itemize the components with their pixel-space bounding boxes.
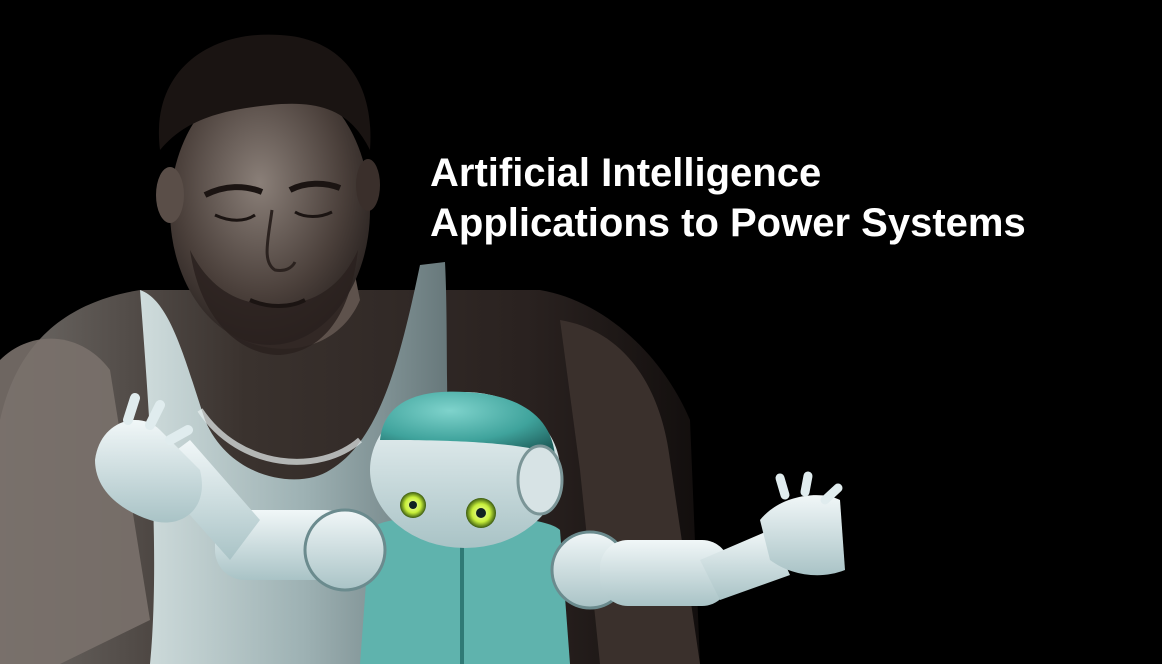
title-line-2: Applications to Power Systems (430, 201, 1026, 245)
title-line-1: Artificial Intelligence (430, 151, 822, 195)
hero-photo (0, 0, 1162, 664)
hero-banner: Artificial Intelligence Applications to … (0, 0, 1162, 664)
page-title: Artificial Intelligence Applications to … (430, 148, 1026, 248)
